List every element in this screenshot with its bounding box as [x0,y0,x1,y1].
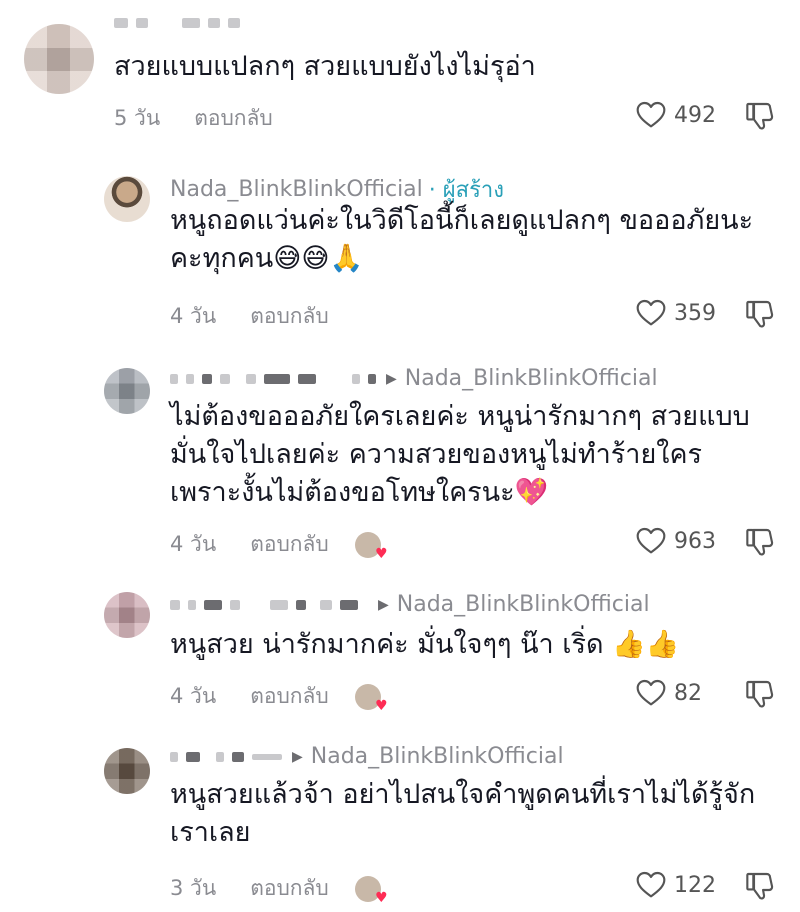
comment-text-line: หนูสวย น่ารักมากค่ะ มั่นใจๆๆ น๊า เริ่ด 👍… [170,629,680,660]
comment-meta: 3 วัน ตอบกลับ [170,872,388,906]
avatar[interactable] [24,24,94,94]
avatar[interactable] [104,592,150,638]
reply-to-username[interactable]: Nada_BlinkBlinkOfficial [311,744,564,769]
comment-meta: 4 วัน ตอบกลับ [170,528,388,562]
comment-text-line: เพราะงั้นไม่ต้องขอโทษใครนะ💖 [170,477,549,508]
comment-time: 4 วัน [170,684,217,708]
thumbs-down-outline-icon[interactable] [744,870,776,902]
reply-button[interactable]: ตอบกลับ [250,872,329,905]
heart-outline-icon [634,525,668,557]
creator-avatar-heart-icon [354,875,388,906]
thumbs-down-outline-icon[interactable] [744,298,776,330]
reply-button[interactable]: ตอบกลับ [250,300,329,333]
comment-meta: 5 วัน ตอบกลับ [114,102,273,135]
like-count: 122 [674,872,716,898]
comment-time: 4 วัน [170,532,217,556]
like-button[interactable]: 122 [634,869,716,901]
heart-outline-icon [634,869,668,901]
like-button[interactable]: 963 [634,525,716,557]
reply-button[interactable]: ตอบกลับ [250,680,329,713]
redacted-username[interactable] [114,18,248,28]
comment-text-line: มั่นใจไปเลยค่ะ ความสวยของหนูไม่ทำร้ายใคร [170,439,703,470]
heart-outline-icon [634,99,668,131]
comment-username-row: ▶ Nada_BlinkBlinkOfficial [170,592,650,617]
like-button[interactable]: 492 [634,99,716,131]
comment-text: หนูสวย น่ารักมากค่ะ มั่นใจๆๆ น๊า เริ่ด 👍… [170,626,679,664]
like-button[interactable]: 359 [634,297,716,329]
comment-meta: 4 วัน ตอบกลับ [170,680,388,714]
creator-avatar-heart-icon [354,531,388,562]
triangle-right-icon: ▶ [292,748,303,765]
avatar[interactable] [104,176,150,222]
like-count: 492 [674,102,716,128]
comment-username[interactable]: Nada_BlinkBlinkOfficial [170,177,423,202]
reply-to-username[interactable]: Nada_BlinkBlinkOfficial [397,592,650,617]
heart-outline-icon [634,677,668,709]
comment-time: 4 วัน [170,304,217,328]
reply-button[interactable]: ตอบกลับ [250,528,329,561]
triangle-right-icon: ▶ [378,596,389,613]
comment-text-line: หนูถอดแว่นค่ะในวิดีโอนี้ก็เลยดูแปลกๆ ขออ… [170,205,754,236]
like-count: 359 [674,300,716,326]
comment-text-line: สวยแบบแปลกๆ สวยแบบยังไงไม่รุอ่า [114,51,536,82]
comment-time: 5 วัน [114,106,161,130]
avatar[interactable] [104,368,150,414]
creator-avatar-heart-icon [354,683,388,714]
heart-outline-icon [634,297,668,329]
avatar[interactable] [104,748,150,794]
triangle-right-icon: ▶ [386,370,397,387]
comment-text-line: เราเลย [170,817,251,848]
comment-text-line: หนูสวยแล้วจ้า อย่าไปสนใจคำพูดคนที่เราไม่… [170,779,756,810]
reply-button[interactable]: ตอบกลับ [194,102,273,135]
comment-username-row: ▶ Nada_BlinkBlinkOfficial [170,366,658,391]
comment-text: หนูสวยแล้วจ้า อย่าไปสนใจคำพูดคนที่เราไม่… [170,776,755,852]
comment-text-line: ไม่ต้องขอออภัยใครเลยค่ะ หนูน่ารักมากๆ สว… [170,401,750,432]
thumbs-down-outline-icon[interactable] [744,678,776,710]
comment-text: สวยแบบแปลกๆ สวยแบบยังไงไม่รุอ่า [114,48,536,86]
comment-time: 3 วัน [170,876,217,900]
comment-text: ไม่ต้องขอออภัยใครเลยค่ะ หนูน่ารักมากๆ สว… [170,398,750,512]
comment-text: หนูถอดแว่นค่ะในวิดีโอนี้ก็เลยดูแปลกๆ ขออ… [170,202,753,278]
reply-to-username[interactable]: Nada_BlinkBlinkOfficial [405,366,658,391]
like-count: 963 [674,528,716,554]
comment-text-line: คะทุกคน😅😅🙏 [170,243,364,274]
thumbs-down-outline-icon[interactable] [744,100,776,132]
like-count: 82 [674,680,702,706]
comment-username-row: ▶ Nada_BlinkBlinkOfficial [170,744,564,769]
comment-meta: 4 วัน ตอบกลับ [170,300,329,333]
thumbs-down-outline-icon[interactable] [744,526,776,558]
like-button[interactable]: 82 [634,677,702,709]
